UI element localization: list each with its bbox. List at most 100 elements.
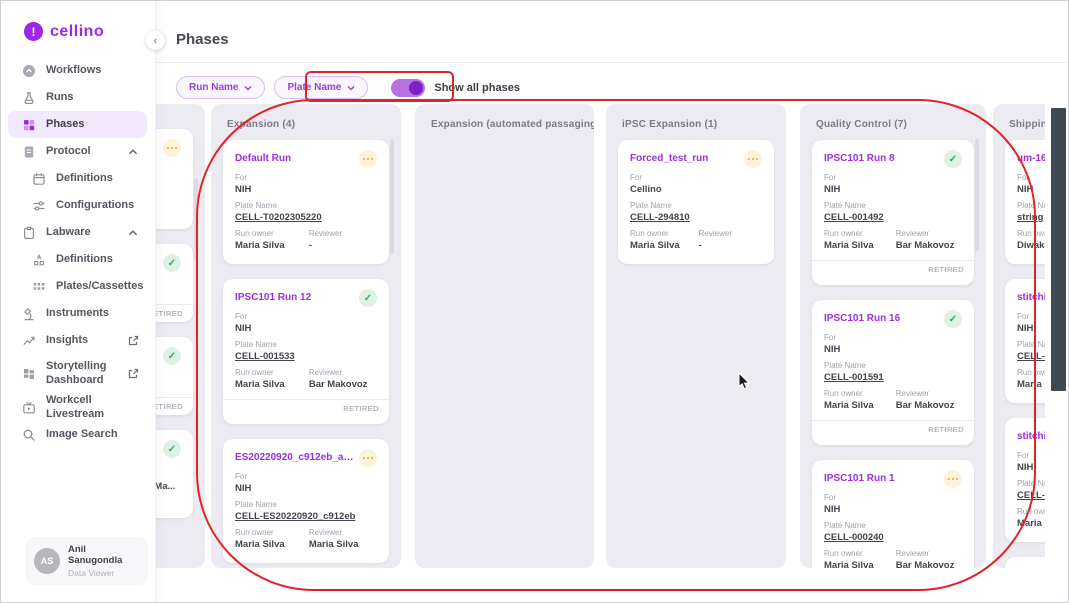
field-label: For bbox=[630, 173, 762, 182]
phase-card[interactable]: IPSC101 Run 1ForNIHPlate NameCELL-000240… bbox=[812, 460, 974, 568]
sidebar-item-definitions[interactable]: Definitions bbox=[8, 165, 147, 192]
sidebar-item-workflows[interactable]: Workflows bbox=[8, 57, 147, 84]
phase-card[interactable]: IPSC101 Run 12✓ForNIHPlate NameCELL-0015… bbox=[223, 279, 389, 424]
sidebar-item-label: Configurations bbox=[56, 199, 134, 213]
phase-card[interactable]: ✓, Ma... bbox=[156, 430, 193, 518]
chevron-up-icon[interactable] bbox=[127, 227, 139, 239]
field-label: Reviewer bbox=[309, 528, 377, 537]
phases-board: ✓RETIRED✓RETIRED✓, Ma...Expansion (4)Def… bbox=[156, 96, 1045, 574]
card-owner-value: Maria Silva bbox=[630, 240, 699, 251]
card-reviewer-value: - bbox=[309, 240, 377, 251]
sidebar-item-insights[interactable]: Insights bbox=[8, 327, 147, 354]
field-label: For bbox=[824, 173, 962, 182]
field-label: For bbox=[235, 472, 377, 481]
card-plate-link[interactable]: CELL-ES20220920_c912eb bbox=[235, 511, 377, 522]
sidebar: ! cellino WorkflowsRunsPhasesProtocolDef… bbox=[0, 0, 156, 603]
field-label: Plate Name bbox=[630, 201, 762, 210]
phase-card[interactable]: Default RunForNIHPlate NameCELL-T0202305… bbox=[223, 140, 389, 264]
sidebar-item-definitions[interactable]: Definitions bbox=[8, 246, 147, 273]
sidebar-item-storytelling-dashboard[interactable]: Storytelling Dashboard bbox=[8, 354, 147, 394]
sidebar-item-protocol[interactable]: Protocol bbox=[8, 138, 147, 165]
run-name-filter[interactable]: Run Name bbox=[176, 76, 265, 99]
sidebar-collapse-button[interactable]: ‹ bbox=[146, 31, 165, 50]
card-plate-link[interactable]: CELL-001533 bbox=[235, 351, 377, 362]
card-plate-link[interactable]: CELL-001492 bbox=[824, 212, 962, 223]
phase-card[interactable]: ✓RETIRED bbox=[156, 337, 193, 415]
card-plate-link[interactable]: CELL-000240 bbox=[824, 532, 962, 543]
card-owner-value: Maria Silva bbox=[235, 379, 309, 390]
show-all-phases-label: Show all phases bbox=[434, 82, 520, 94]
sidebar-item-plates-cassettes[interactable]: Plates/Cassettes bbox=[8, 273, 147, 300]
card-plate-link[interactable]: CELL-700 bbox=[1017, 490, 1045, 501]
phase-card[interactable]: stitchingForNIHPlate NameCELL-700Run own… bbox=[1005, 279, 1045, 403]
card-title-link[interactable]: IPSC101 Run 16 bbox=[824, 310, 900, 324]
sidebar-item-image-search[interactable]: Image Search bbox=[8, 421, 147, 448]
card-title-link[interactable]: stitching bbox=[1017, 289, 1045, 303]
sidebar-item-label: Definitions bbox=[56, 172, 113, 186]
card-plate-link[interactable]: CELL-294810 bbox=[630, 212, 762, 223]
field-label: For bbox=[235, 312, 377, 321]
phase-column-0: ✓RETIRED ✓RETIRED ✓, Ma... bbox=[156, 104, 205, 568]
card-menu-icon[interactable] bbox=[359, 449, 377, 467]
card-title-link[interactable]: ES20220920_c912eb_auto_st... bbox=[235, 449, 359, 463]
card-title-link[interactable]: IPSC101 Run 8 bbox=[824, 150, 895, 164]
card-title-link[interactable]: stitching bbox=[1017, 428, 1045, 442]
card-title-link[interactable]: um-16801 bbox=[1017, 150, 1045, 164]
sidebar-item-labware[interactable]: Labware bbox=[8, 219, 147, 246]
card-title-link[interactable]: Default Run bbox=[235, 150, 291, 164]
phase-card[interactable]: ES20220920_c912eb_auto_st... For NIH Plate … bbox=[223, 439, 389, 563]
column-scrollbar[interactable] bbox=[975, 139, 979, 251]
sidebar-item-runs[interactable]: Runs bbox=[8, 84, 147, 111]
field-label: Reviewer bbox=[699, 229, 762, 238]
card-title-link[interactable]: TD_Scan_ bbox=[1017, 567, 1045, 568]
user-chip[interactable]: AS Anil Sanugondla Data Viewer bbox=[26, 537, 148, 585]
field-label: For bbox=[824, 493, 962, 502]
column-scrollbar[interactable] bbox=[390, 139, 394, 254]
card-title-link[interactable]: IPSC101 Run 12 bbox=[235, 289, 311, 303]
status-check-icon: ✓ bbox=[944, 150, 962, 168]
phase-card[interactable]: TD_Scan_ForNIHPlate NameCELL-TDRun owner… bbox=[1005, 557, 1045, 568]
card-plate-link[interactable]: CELL-T0202305220 bbox=[235, 212, 377, 223]
card-menu-icon[interactable] bbox=[163, 139, 181, 157]
field-label: Run owner bbox=[1017, 229, 1045, 238]
sliders-icon bbox=[32, 199, 46, 213]
field-label: Reviewer bbox=[309, 368, 377, 377]
card-for-value: NIH bbox=[1017, 184, 1045, 195]
phase-card[interactable]: ✓RETIRED bbox=[156, 244, 193, 322]
card-menu-icon[interactable] bbox=[359, 150, 377, 168]
card-title-link[interactable]: Forced_test_run bbox=[630, 150, 708, 164]
card-plate-link[interactable]: CELL-001591 bbox=[824, 372, 962, 383]
sidebar-item-instruments[interactable]: Instruments bbox=[8, 300, 147, 327]
field-label: Plate Name bbox=[235, 500, 377, 509]
protocol-icon bbox=[22, 145, 36, 159]
phase-card[interactable]: stitchingForNIHPlate NameCELL-700Run own… bbox=[1005, 418, 1045, 542]
column-scrollbar[interactable] bbox=[194, 179, 198, 259]
sidebar-item-configurations[interactable]: Configurations bbox=[8, 192, 147, 219]
sidebar-item-workcell-livestream[interactable]: Workcell Livestream bbox=[8, 394, 147, 421]
card-reviewer-value: Bar Makovoz bbox=[896, 240, 962, 251]
phase-column-4: Quality Control (7)IPSC101 Run 8✓ForNIHP… bbox=[800, 104, 986, 568]
phase-card[interactable]: Forced_test_runForCellinoPlate NameCELL-… bbox=[618, 140, 774, 264]
show-all-phases-toggle[interactable] bbox=[391, 79, 425, 97]
vertical-scrollbar[interactable] bbox=[1051, 108, 1066, 391]
card-reviewer-value: Bar Makovoz bbox=[896, 560, 962, 568]
phase-card[interactable]: um-16801ForNIHPlate NamestringRun ownerD… bbox=[1005, 140, 1045, 264]
chevron-up-icon[interactable] bbox=[127, 146, 139, 158]
card-menu-icon[interactable] bbox=[944, 470, 962, 488]
card-for-value: NIH bbox=[235, 483, 377, 494]
field-label: Run owner bbox=[235, 368, 309, 377]
filter-bar: Run Name Plate Name Show all phases bbox=[176, 76, 520, 99]
sidebar-item-phases[interactable]: Phases bbox=[8, 111, 147, 138]
page-title: Phases bbox=[176, 31, 229, 48]
card-plate-link[interactable]: string bbox=[1017, 212, 1045, 223]
phase-card[interactable]: IPSC101 Run 8✓ForNIHPlate NameCELL-00149… bbox=[812, 140, 974, 285]
status-check-icon: ✓ bbox=[944, 310, 962, 328]
card-plate-link[interactable]: CELL-700 bbox=[1017, 351, 1045, 362]
card-menu-icon[interactable] bbox=[744, 150, 762, 168]
phase-card[interactable] bbox=[156, 129, 193, 229]
plate-name-filter[interactable]: Plate Name bbox=[274, 76, 368, 99]
column-title: Quality Control (7) bbox=[800, 104, 986, 140]
column-title: iPSC Expansion (1) bbox=[606, 104, 786, 140]
phase-card[interactable]: IPSC101 Run 16✓ForNIHPlate NameCELL-0015… bbox=[812, 300, 974, 445]
card-title-link[interactable]: IPSC101 Run 1 bbox=[824, 470, 895, 484]
